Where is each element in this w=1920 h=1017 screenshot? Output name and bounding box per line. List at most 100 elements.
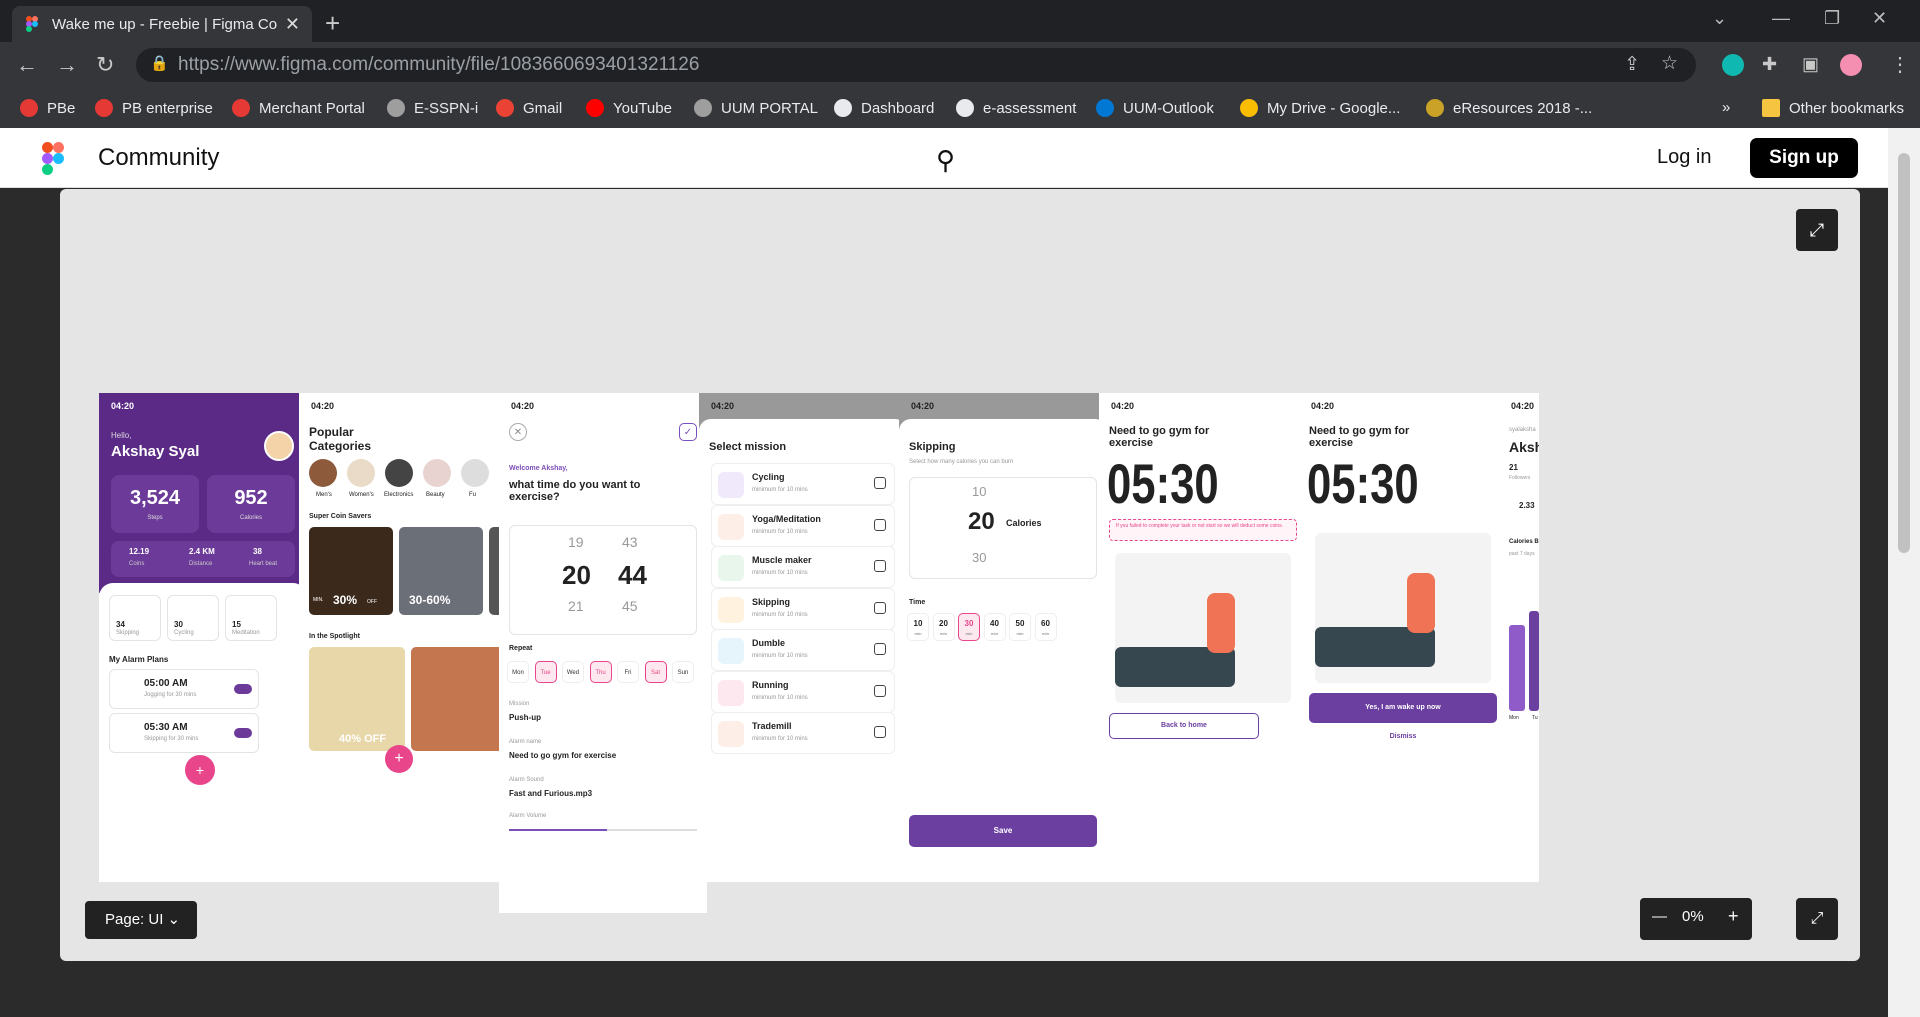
calorie-picker[interactable]: 10 20 Calories 30 — [909, 477, 1097, 579]
confirm-check-icon[interactable]: ✓ — [679, 423, 697, 441]
time-option[interactable]: 40 min — [983, 613, 1006, 641]
mission-item[interactable]: Cycling minimum for 10 mins — [711, 463, 895, 505]
page-selector[interactable]: Page: UI ⌄ — [85, 901, 197, 939]
activity-card[interactable]: 15 Meditation — [225, 595, 277, 641]
new-tab-button[interactable]: + — [325, 8, 340, 39]
day-chip[interactable]: Sat — [644, 661, 667, 683]
promo-card[interactable]: MIN. 30% OFF — [309, 527, 393, 615]
login-link[interactable]: Log in — [1657, 146, 1712, 169]
mission-item[interactable]: Dumble minimum for 10 mins — [711, 629, 895, 671]
avatar[interactable] — [264, 431, 294, 461]
minimize-button[interactable]: — — [1772, 8, 1790, 29]
alarm-plan-item[interactable]: 05:30 AM Skipping for 30 mins — [109, 713, 259, 753]
browser-tab[interactable]: Wake me up - Freebie | Figma Co ✕ — [12, 6, 312, 42]
volume-slider[interactable] — [509, 829, 697, 831]
bookmark-item[interactable]: e-assessment — [956, 99, 1076, 117]
time-option[interactable]: 20 min — [932, 613, 955, 641]
add-button[interactable]: + — [385, 745, 413, 773]
search-icon[interactable]: ⚲ — [936, 145, 955, 176]
extensions-puzzle-icon[interactable]: ✚ — [1762, 54, 1777, 75]
menu-kebab-icon[interactable]: ⋮ — [1890, 52, 1910, 77]
figma-logo-icon[interactable] — [42, 142, 64, 175]
time-option[interactable]: 60 min — [1034, 613, 1057, 641]
mission-field[interactable]: Push-up — [509, 713, 541, 722]
bookmark-item[interactable]: YouTube — [586, 99, 672, 117]
back-button[interactable]: ← — [16, 52, 38, 78]
zoom-in-button[interactable]: + — [1728, 906, 1739, 927]
save-button[interactable]: Save — [909, 815, 1097, 847]
spotlight-card[interactable]: 40% OFF — [309, 647, 405, 751]
bookmark-item[interactable]: PBe — [20, 99, 75, 117]
category-avatar[interactable] — [347, 459, 375, 487]
bookmark-item[interactable]: UUM-Outlook — [1096, 99, 1214, 117]
activity-card[interactable]: 30 Cycling — [167, 595, 219, 641]
alarm-sound-field[interactable]: Fast and Furious.mp3 — [509, 789, 592, 798]
bookmark-item[interactable]: Merchant Portal — [232, 99, 365, 117]
day-chip[interactable]: Sun — [672, 661, 694, 683]
day-chip[interactable]: Fri — [617, 661, 639, 683]
day-chip[interactable]: Mon — [507, 661, 529, 683]
time-option[interactable]: 50 min — [1009, 613, 1031, 641]
wake-up-button[interactable]: Yes, I am wake up now — [1309, 693, 1497, 723]
mission-item[interactable]: Trademill minimum for 10 mins — [711, 712, 895, 754]
alarm-toggle[interactable] — [234, 728, 252, 738]
file-preview-canvas[interactable]: ⤢ 04:20 Hello, Akshay Syal 3,524 Steps 9… — [60, 189, 1860, 961]
bookmarks-overflow-button[interactable]: » — [1722, 99, 1730, 116]
frame-profile-partial: 04:20 syalaksha Aksh 21 Followers 2.33 C… — [1499, 393, 1539, 882]
bookmark-item[interactable]: UUM PORTAL — [694, 99, 818, 117]
promo-card[interactable]: 30-60% — [399, 527, 483, 615]
bookmark-item[interactable]: eResources 2018 -... — [1426, 99, 1592, 117]
bookmark-item[interactable]: My Drive - Google... — [1240, 99, 1400, 117]
category-avatar[interactable] — [461, 459, 489, 487]
day-chip[interactable]: Tue — [534, 661, 557, 683]
bookmark-item[interactable]: E-SSPN-i — [387, 99, 478, 117]
back-to-home-button[interactable]: Back to home — [1109, 713, 1259, 739]
zoom-out-button[interactable]: — — [1652, 908, 1667, 925]
tab-close-icon[interactable]: ✕ — [285, 14, 300, 35]
status-time: 04:20 — [1311, 401, 1335, 411]
share-icon[interactable]: ⇪ — [1624, 53, 1640, 76]
activity-card[interactable]: 34 Skipping — [109, 595, 161, 641]
restore-button[interactable]: ❐ — [1824, 8, 1840, 29]
day-chip[interactable]: Wed — [562, 661, 584, 683]
forward-button[interactable]: → — [56, 52, 78, 78]
time-picker[interactable]: 19 20 21 43 44 45 — [509, 525, 697, 635]
bookmark-item[interactable]: PB enterprise — [95, 99, 213, 117]
dismiss-link[interactable]: Dismiss — [1299, 733, 1507, 740]
time-option[interactable]: 30 min — [958, 613, 980, 641]
category-avatar[interactable] — [309, 459, 337, 487]
tab-search-icon[interactable]: ⌄ — [1712, 8, 1727, 29]
person-shape — [1207, 593, 1235, 653]
alarm-name-field[interactable]: Need to go gym for exercise — [509, 751, 616, 760]
fullscreen-icon[interactable]: ⤢ — [1796, 898, 1838, 940]
mission-item[interactable]: Muscle maker minimum for 10 mins — [711, 546, 895, 588]
address-bar[interactable]: 🔒 https://www.figma.com/community/file/1… — [136, 48, 1696, 82]
page-title[interactable]: Community — [98, 144, 219, 172]
expand-icon[interactable]: ⤢ — [1796, 209, 1838, 251]
signup-button[interactable]: Sign up — [1750, 138, 1858, 178]
page-scrollbar[interactable] — [1888, 128, 1920, 1017]
alarm-toggle[interactable] — [234, 684, 252, 694]
mission-item[interactable]: Yoga/Meditation minimum for 10 mins — [711, 504, 895, 547]
time-options: 10 min 20 min 30 min 40 min 50 min 60 min — [907, 613, 1099, 643]
mission-item[interactable]: Skipping minimum for 10 mins — [711, 587, 895, 630]
category-avatar[interactable] — [423, 459, 451, 487]
other-bookmarks[interactable]: Other bookmarks — [1762, 99, 1904, 117]
reload-button[interactable]: ↻ — [96, 52, 114, 78]
mission-item[interactable]: Running minimum for 10 mins — [711, 670, 895, 713]
spotlight-card[interactable] — [411, 647, 507, 751]
bookmark-item[interactable]: Dashboard — [834, 99, 934, 117]
side-panel-icon[interactable]: ▣ — [1802, 54, 1819, 75]
bookmark-item[interactable]: Gmail — [496, 99, 562, 117]
extension-m-icon[interactable] — [1722, 54, 1744, 76]
alarm-plan-item[interactable]: 05:00 AM Jogging for 30 mins — [109, 669, 259, 709]
category-avatar[interactable] — [385, 459, 413, 487]
add-alarm-button[interactable]: + — [185, 755, 215, 785]
bookmark-star-icon[interactable]: ☆ — [1661, 52, 1678, 75]
close-icon[interactable]: ✕ — [509, 423, 527, 441]
scrollbar-thumb[interactable] — [1898, 153, 1910, 553]
day-chip[interactable]: Thu — [589, 661, 612, 683]
time-option[interactable]: 10 min — [907, 613, 929, 641]
close-window-button[interactable]: ✕ — [1872, 8, 1887, 29]
profile-avatar[interactable] — [1840, 54, 1862, 76]
